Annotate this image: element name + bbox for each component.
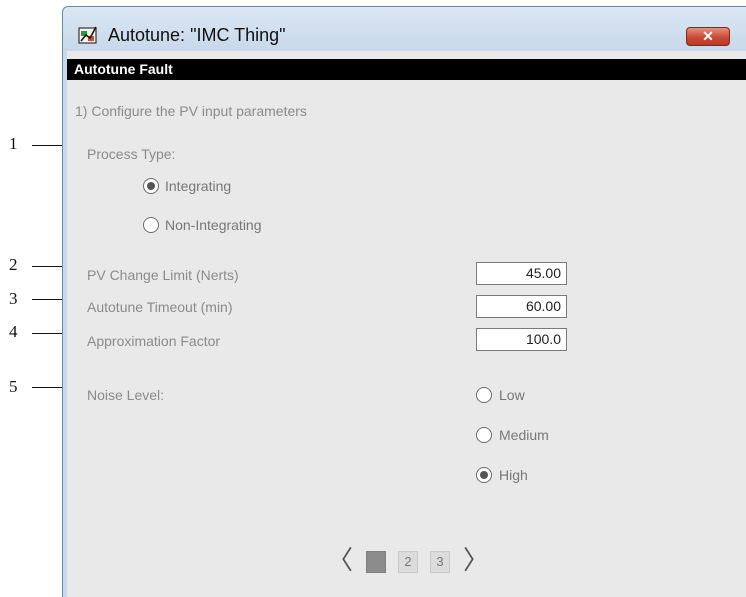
radio-button[interactable] — [143, 217, 159, 233]
close-icon: ✕ — [702, 28, 714, 44]
callout-number: 5 — [9, 377, 18, 396]
radio-button[interactable] — [476, 427, 492, 443]
page-button-1[interactable]: 1 — [366, 551, 386, 573]
radio-button[interactable] — [476, 387, 492, 403]
page-button-2[interactable]: 2 — [398, 551, 418, 573]
autotune-timeout-label: Autotune Timeout (min) — [87, 299, 233, 315]
radio-button[interactable] — [143, 178, 159, 194]
approximation-factor-input[interactable]: 100.0 — [476, 328, 567, 351]
dialog-content: Autotune Fault 1) Configure the PV input… — [67, 51, 746, 597]
next-page-button[interactable]: 〉 — [463, 548, 489, 574]
approximation-factor-label: Approximation Factor — [87, 333, 221, 349]
window-title: Autotune: "IMC Thing" — [108, 25, 286, 45]
prev-page-button[interactable]: 〈 — [327, 548, 353, 574]
radio-label: Non-Integrating — [165, 217, 262, 233]
radio-label: Medium — [499, 427, 549, 443]
radio-button[interactable] — [476, 467, 492, 483]
callout-number: 1 — [9, 134, 18, 153]
close-button[interactable]: ✕ — [686, 27, 730, 46]
autotune-timeout-input[interactable]: 60.00 — [476, 295, 567, 318]
autotune-app-icon — [78, 26, 97, 44]
callout-number: 3 — [9, 289, 18, 308]
radio-label: Integrating — [165, 178, 232, 194]
process-type-label: Process Type: — [87, 146, 176, 162]
header-bar: Autotune Fault — [67, 59, 746, 80]
noise-level-label: Noise Level: — [87, 387, 165, 403]
pv-change-limit-label: PV Change Limit (Nerts) — [87, 267, 239, 283]
callout-number: 4 — [9, 322, 18, 341]
callout-number: 2 — [9, 255, 18, 274]
page-button-3[interactable]: 3 — [430, 551, 450, 573]
pv-change-limit-input[interactable]: 45.00 — [476, 262, 567, 285]
step-instruction: 1) Configure the PV input parameters — [75, 103, 307, 119]
radio-label: Low — [499, 387, 525, 403]
title-bar[interactable]: Autotune: "IMC Thing" ✕ — [63, 7, 746, 51]
autotune-window: Autotune: "IMC Thing" ✕ Autotune Fault 1… — [62, 6, 746, 597]
radio-label: High — [499, 467, 528, 483]
